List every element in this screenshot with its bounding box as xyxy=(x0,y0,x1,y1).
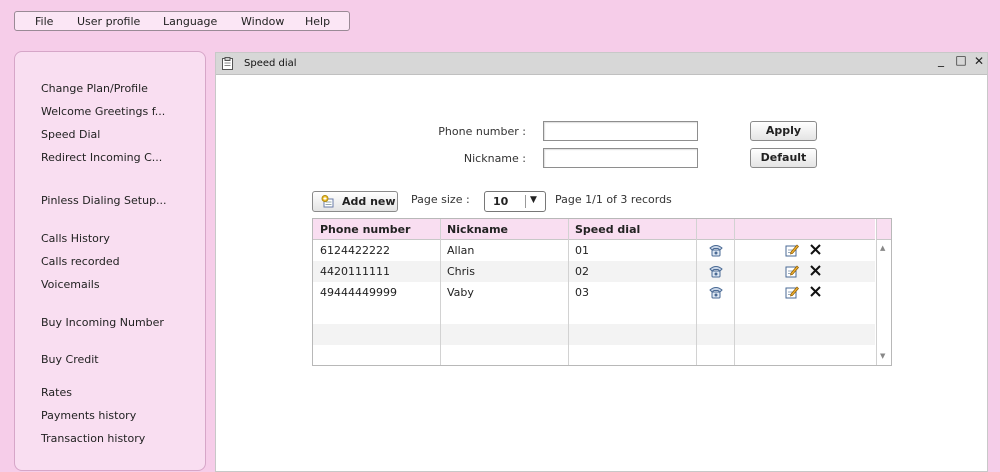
sidebar-item-calls-history[interactable]: Calls History xyxy=(41,232,110,245)
sidebar-item-change-plan[interactable]: Change Plan/Profile xyxy=(41,82,148,95)
sidebar-item-redirect-incoming[interactable]: Redirect Incoming C... xyxy=(41,151,162,164)
apply-button[interactable]: Apply xyxy=(750,121,817,141)
default-button[interactable]: Default xyxy=(750,148,817,168)
sidebar-item-voicemails[interactable]: Voicemails xyxy=(41,278,100,291)
menu-help[interactable]: Help xyxy=(305,15,330,28)
cell-phone-number: 49444449999 xyxy=(320,286,397,299)
column-header-speed-dial[interactable]: Speed dial xyxy=(575,223,640,236)
scroll-down-icon[interactable]: ▼ xyxy=(880,352,885,360)
cell-speed-dial: 03 xyxy=(575,286,589,299)
speed-dial-grid: Phone number Nickname Speed dial 6124422… xyxy=(312,218,892,366)
nickname-label: Nickname : xyxy=(463,152,526,165)
minimize-button[interactable]: _ xyxy=(934,53,948,67)
column-divider xyxy=(734,219,735,365)
maximize-button[interactable]: □ xyxy=(954,53,968,67)
column-divider xyxy=(440,219,441,365)
delete-icon[interactable] xyxy=(809,285,822,298)
dropdown-arrow-icon[interactable]: ▼ xyxy=(530,195,537,205)
cell-speed-dial: 02 xyxy=(575,265,589,278)
grid-header-corner xyxy=(876,219,891,240)
column-divider xyxy=(696,219,697,365)
page-info: Page 1/1 of 3 records xyxy=(555,193,672,206)
select-divider xyxy=(525,195,526,208)
sidebar-item-rates[interactable]: Rates xyxy=(41,386,72,399)
close-button[interactable]: ✕ xyxy=(972,54,986,68)
cell-phone-number: 4420111111 xyxy=(320,265,390,278)
phone-number-label: Phone number : xyxy=(438,125,526,138)
sidebar-item-pinless-dialing[interactable]: Pinless Dialing Setup... xyxy=(41,194,167,207)
table-row[interactable]: 4420111111 Chris 02 xyxy=(313,261,875,282)
window-titlebar[interactable]: Speed dial _ □ ✕ xyxy=(216,53,987,75)
cell-phone-number: 6124422222 xyxy=(320,244,390,257)
sidebar-item-welcome-greetings[interactable]: Welcome Greetings f... xyxy=(41,105,165,118)
scroll-up-icon[interactable]: ▲ xyxy=(880,244,885,252)
grid-header: Phone number Nickname Speed dial xyxy=(313,219,875,240)
add-new-label: Add new xyxy=(342,195,396,208)
menu-bar: File User profile Language Window Help xyxy=(14,11,350,31)
edit-icon[interactable] xyxy=(785,285,799,299)
table-row[interactable]: 49444449999 Vaby 03 xyxy=(313,282,875,303)
sidebar-item-payments-history[interactable]: Payments history xyxy=(41,409,136,422)
phone-icon[interactable] xyxy=(708,264,724,278)
menu-window[interactable]: Window xyxy=(241,15,284,28)
delete-icon[interactable] xyxy=(809,264,822,277)
phone-number-input[interactable] xyxy=(543,121,698,141)
column-divider xyxy=(568,219,569,365)
add-new-button[interactable]: Add new xyxy=(312,191,398,212)
phone-icon[interactable] xyxy=(708,285,724,299)
sidebar-item-speed-dial[interactable]: Speed Dial xyxy=(41,128,100,141)
grid-scrollbar[interactable]: ▲ ▼ xyxy=(876,240,891,365)
add-record-icon xyxy=(321,195,334,208)
cell-nickname: Chris xyxy=(447,265,475,278)
menu-user-profile[interactable]: User profile xyxy=(77,15,140,28)
cell-nickname: Allan xyxy=(447,244,475,257)
clipboard-icon xyxy=(222,57,233,70)
delete-icon[interactable] xyxy=(809,243,822,256)
table-row-empty xyxy=(313,345,875,365)
table-row-empty xyxy=(313,324,875,345)
table-row-empty xyxy=(313,303,875,324)
column-header-phone-number[interactable]: Phone number xyxy=(320,223,410,236)
column-header-nickname[interactable]: Nickname xyxy=(447,223,508,236)
speed-dial-window: Speed dial _ □ ✕ Phone number : Nickname… xyxy=(215,52,988,472)
menu-file[interactable]: File xyxy=(35,15,53,28)
edit-icon[interactable] xyxy=(785,243,799,257)
table-row[interactable]: 6124422222 Allan 01 xyxy=(313,240,875,261)
window-title: Speed dial xyxy=(244,58,297,69)
sidebar-item-buy-credit[interactable]: Buy Credit xyxy=(41,353,99,366)
page-size-value: 10 xyxy=(493,195,509,208)
sidebar: Change Plan/Profile Welcome Greetings f.… xyxy=(14,51,206,471)
nickname-input[interactable] xyxy=(543,148,698,168)
sidebar-item-buy-incoming-number[interactable]: Buy Incoming Number xyxy=(41,316,164,329)
sidebar-item-transaction-history[interactable]: Transaction history xyxy=(41,432,145,445)
phone-icon[interactable] xyxy=(708,243,724,257)
menu-language[interactable]: Language xyxy=(163,15,217,28)
cell-nickname: Vaby xyxy=(447,286,474,299)
page-size-select[interactable]: 10 ▼ xyxy=(484,191,546,212)
cell-speed-dial: 01 xyxy=(575,244,589,257)
sidebar-item-calls-recorded[interactable]: Calls recorded xyxy=(41,255,120,268)
page-size-label: Page size : xyxy=(411,193,470,206)
edit-icon[interactable] xyxy=(785,264,799,278)
